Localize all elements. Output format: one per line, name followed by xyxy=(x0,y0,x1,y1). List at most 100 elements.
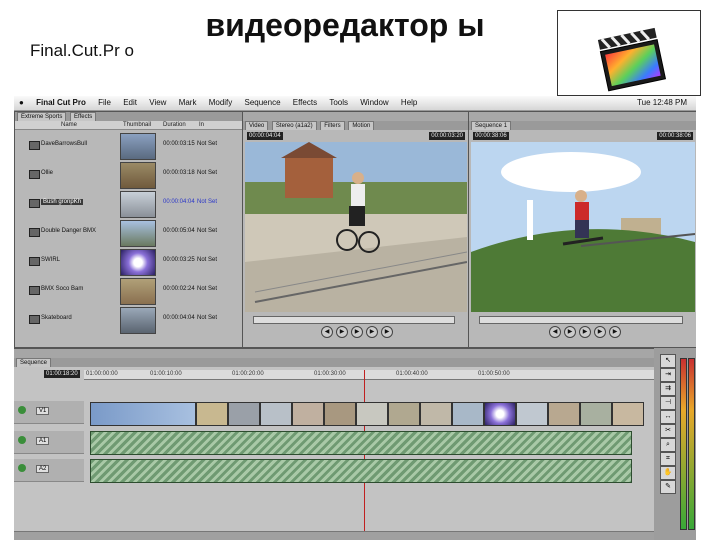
audio-clip[interactable] xyxy=(90,459,632,483)
menu-sequence[interactable]: Sequence xyxy=(240,96,286,110)
column-duration[interactable]: Duration xyxy=(163,121,186,129)
play-button[interactable]: ▶ xyxy=(579,326,591,338)
list-item[interactable]: SWIRL 00:00:03:25 Not Set xyxy=(15,248,243,276)
play-around-button[interactable]: ▶ xyxy=(366,326,378,338)
viewer-current-timecode[interactable]: 00:00:03:20 xyxy=(429,132,465,140)
clip-name: BMX Soco Bam xyxy=(41,286,84,292)
audio-clip[interactable] xyxy=(90,431,632,455)
video-clip[interactable] xyxy=(548,402,580,426)
video-clip[interactable] xyxy=(484,402,516,426)
track-label[interactable]: A1 xyxy=(36,437,50,445)
track-header-a2[interactable]: A2 xyxy=(14,459,84,482)
list-item[interactable]: DaveBarrowsBull 00:00:03:15 Not Set xyxy=(15,132,243,160)
crop-tool-icon[interactable]: ⌗ xyxy=(660,452,676,466)
audio-meter-right xyxy=(688,358,695,530)
canvas-duration-timecode[interactable]: 00:00:38:06 xyxy=(473,132,509,140)
video-clip[interactable] xyxy=(420,402,452,426)
viewer-scrubber[interactable] xyxy=(253,316,455,324)
track-select-tool-icon[interactable]: ⇉ xyxy=(660,382,676,396)
pen-tool-icon[interactable]: ✎ xyxy=(660,480,676,494)
rewind-button[interactable]: ◀ xyxy=(321,326,333,338)
menu-edit[interactable]: Edit xyxy=(118,96,142,110)
menu-effects[interactable]: Effects xyxy=(288,96,322,110)
track-audible-icon[interactable] xyxy=(18,464,26,472)
hand-tool-icon[interactable]: ✋ xyxy=(660,466,676,480)
tab-filters[interactable]: Filters xyxy=(320,121,345,130)
tab-video[interactable]: Video xyxy=(245,121,269,130)
menu-app-name[interactable]: Final Cut Pro xyxy=(31,96,91,110)
selection-tool-icon[interactable]: ↖ xyxy=(660,354,676,368)
track-label[interactable]: A2 xyxy=(36,465,50,473)
clip-thumbnail xyxy=(120,220,156,247)
menu-mark[interactable]: Mark xyxy=(174,96,202,110)
razor-tool-icon[interactable]: ✂ xyxy=(660,424,676,438)
video-clip[interactable] xyxy=(90,402,196,426)
video-clip[interactable] xyxy=(292,402,324,426)
play-in-out-button[interactable]: ▶ xyxy=(336,326,348,338)
clip-name: Double Danger BMX xyxy=(41,228,97,234)
forward-button[interactable]: ▶ xyxy=(381,326,393,338)
menu-tools[interactable]: Tools xyxy=(324,96,353,110)
play-around-button[interactable]: ▶ xyxy=(594,326,606,338)
tab-sequence[interactable]: Sequence xyxy=(16,358,52,367)
list-item[interactable]: BMX Soco Bam 00:00:02:24 Not Set xyxy=(15,277,243,305)
list-item[interactable]: Skateboard 00:00:04:04 Not Set xyxy=(15,306,243,334)
ripple-tool-icon[interactable]: ⊣ xyxy=(660,396,676,410)
canvas-panel: Sequence 1 00:00:38:06 00:00:38:06 ◀ ▶ ▶… xyxy=(468,111,696,348)
tab-effects[interactable]: Effects xyxy=(70,112,97,121)
rewind-button[interactable]: ◀ xyxy=(549,326,561,338)
list-item[interactable]: Ollie 00:00:03:18 Not Set xyxy=(15,161,243,189)
column-thumbnail[interactable]: Thumbnail xyxy=(123,121,151,129)
timeline-ruler[interactable]: 01:00:00:00 01:00:10:00 01:00:20:00 01:0… xyxy=(84,370,654,380)
column-name[interactable]: Name xyxy=(61,121,77,129)
menu-help[interactable]: Help xyxy=(396,96,422,110)
tab-extreme-sports[interactable]: Extreme Sports xyxy=(17,112,67,121)
menu-window[interactable]: Window xyxy=(355,96,393,110)
play-in-out-button[interactable]: ▶ xyxy=(564,326,576,338)
video-clip[interactable] xyxy=(580,402,612,426)
clip-icon xyxy=(29,315,40,324)
video-clip[interactable] xyxy=(196,402,228,426)
tab-sequence-1[interactable]: Sequence 1 xyxy=(471,121,512,130)
track-header-a1[interactable]: A1 xyxy=(14,431,84,454)
timeline-current-timecode[interactable]: 01:00:18:20 xyxy=(44,370,80,378)
list-item[interactable]: Double Danger BMX 00:00:05:04 Not Set xyxy=(15,219,243,247)
slide-title-left: Final.Cut.Pr o xyxy=(30,41,134,60)
video-clip[interactable] xyxy=(612,402,644,426)
video-clip[interactable] xyxy=(260,402,292,426)
column-in[interactable]: In xyxy=(199,121,204,129)
canvas-scrubber[interactable] xyxy=(479,316,683,324)
tab-motion[interactable]: Motion xyxy=(348,121,375,130)
list-item[interactable]: Bush gronpKh 00:00:04:04 Not Set xyxy=(15,190,243,218)
menu-modify[interactable]: Modify xyxy=(204,96,238,110)
track-audible-icon[interactable] xyxy=(18,436,26,444)
video-clip[interactable] xyxy=(356,402,388,426)
clip-duration: 00:00:05:04 xyxy=(163,228,195,234)
play-button[interactable]: ▶ xyxy=(351,326,363,338)
zoom-tool-icon[interactable]: ⌕ xyxy=(660,438,676,452)
clip-thumbnail xyxy=(120,133,156,160)
viewer-duration-timecode[interactable]: 00:00:04:04 xyxy=(247,132,283,140)
forward-button[interactable]: ▶ xyxy=(609,326,621,338)
apple-icon[interactable]: ● xyxy=(14,96,29,110)
canvas-current-timecode[interactable]: 00:00:38:06 xyxy=(657,132,693,140)
video-clip[interactable] xyxy=(228,402,260,426)
video-clip[interactable] xyxy=(388,402,420,426)
clip-duration: 00:00:03:18 xyxy=(163,170,195,176)
timeline-scrollbar[interactable] xyxy=(14,531,654,540)
tab-stereo[interactable]: Stereo (a1a2) xyxy=(271,121,317,130)
track-visibility-icon[interactable] xyxy=(18,406,26,414)
playhead[interactable] xyxy=(364,370,365,540)
audio-meter-left xyxy=(680,358,687,530)
edit-select-tool-icon[interactable]: ⇥ xyxy=(660,368,676,382)
clip-thumbnail xyxy=(120,249,156,276)
tool-palette: ↖ ⇥ ⇉ ⊣ ↔ ✂ ⌕ ⌗ ✋ ✎ xyxy=(654,348,696,540)
track-header-v1[interactable]: V1 xyxy=(14,401,84,424)
video-clip[interactable] xyxy=(516,402,548,426)
video-clip[interactable] xyxy=(324,402,356,426)
track-label[interactable]: V1 xyxy=(36,407,50,415)
menu-view[interactable]: View xyxy=(144,96,171,110)
video-clip[interactable] xyxy=(452,402,484,426)
slip-tool-icon[interactable]: ↔ xyxy=(660,410,676,424)
menu-file[interactable]: File xyxy=(93,96,116,110)
